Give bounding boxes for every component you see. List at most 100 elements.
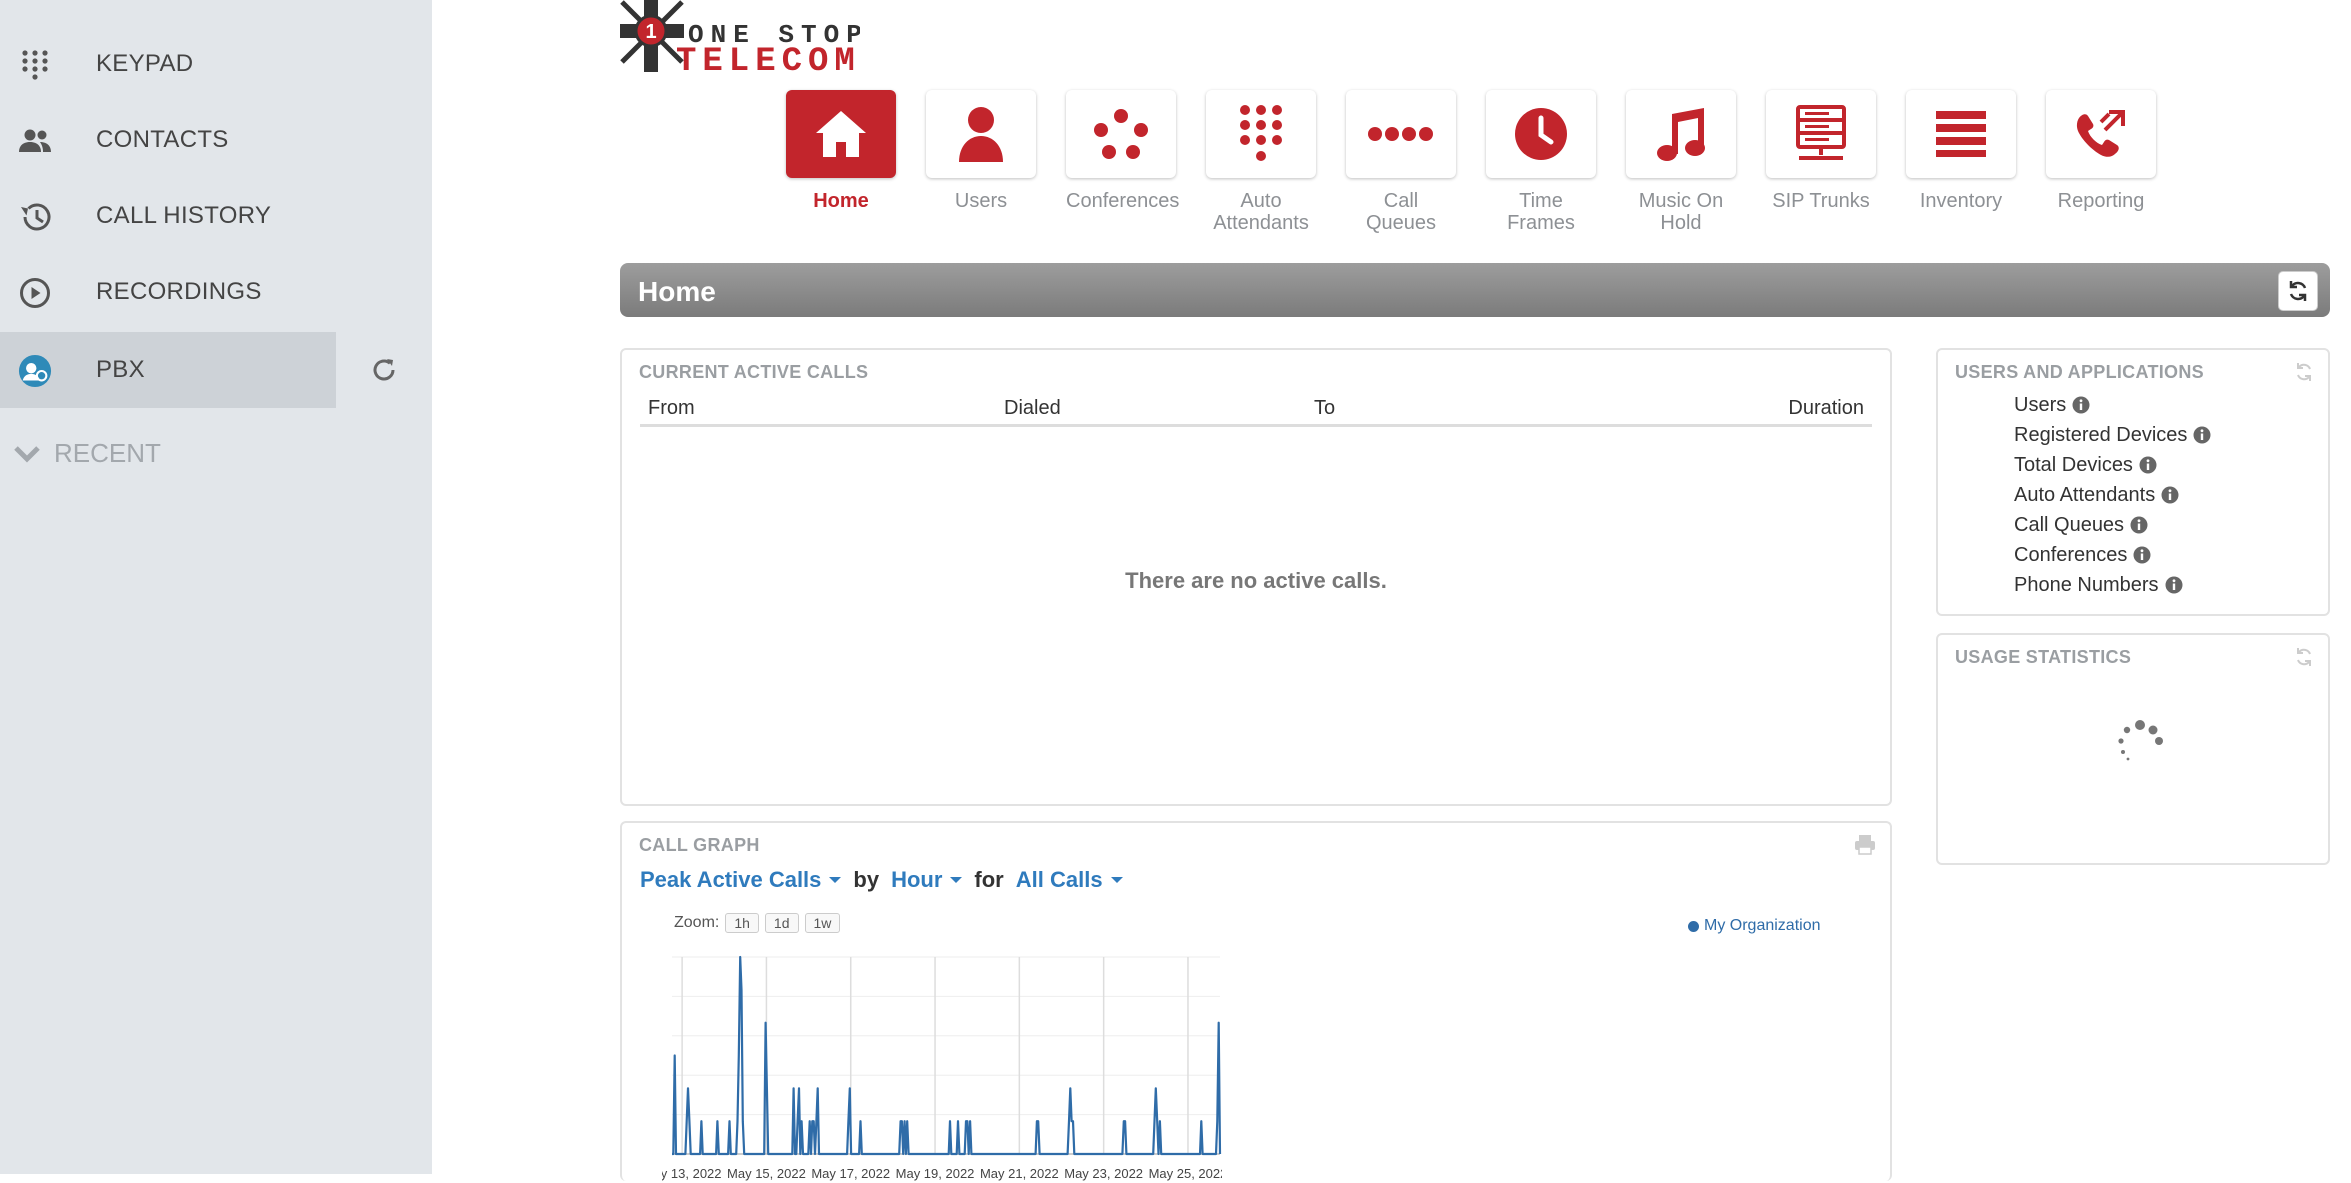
list-item: Auto Attendants [2014,480,2211,510]
by-label: by [853,867,880,892]
zoom-controls: Zoom: 1h 1d 1w [674,913,841,933]
column-header-to[interactable]: To [1314,397,1335,420]
list-icon [1936,111,1986,157]
item-label: Auto Attendants [2014,483,2156,506]
tab-home[interactable]: Home [786,90,896,212]
tab-label: SIP Trunks [1772,190,1870,212]
queue-dots-icon [1368,127,1433,141]
call-graph-panel: CALL GRAPH Peak Active Calls by Hour for… [620,821,1892,1181]
svg-text:TELECOM: TELECOM [676,43,860,74]
tab-inventory[interactable]: Inventory [1906,90,2016,212]
keypad-icon [18,48,52,82]
users-applications-panel: USERS AND APPLICATIONS Users Registered … [1936,348,2330,616]
refresh-icon[interactable] [2294,647,2314,667]
server-icon [1796,105,1846,160]
call-graph-chart: May 13, 2022May 15, 2022May 17, 2022May … [662,955,1222,1181]
recent-section-toggle[interactable]: RECENT [12,438,161,469]
info-icon[interactable] [2130,516,2148,534]
print-icon[interactable] [1854,833,1876,855]
info-icon[interactable] [2193,426,2211,444]
list-item: Phone Numbers [2014,570,2211,600]
sidebar-item-keypad[interactable]: KEYPAD [0,26,336,102]
table-header: From Dialed To Duration [640,392,1872,427]
list-item: Registered Devices [2014,420,2211,450]
tab-music-on-hold[interactable]: Music On Hold [1626,90,1736,234]
tab-users[interactable]: Users [926,90,1036,212]
column-header-from[interactable]: From [648,397,695,420]
panel-title: CALL GRAPH [639,835,760,855]
home-refresh-button[interactable] [2278,271,2318,311]
home-icon [816,111,866,157]
home-header-bar: Home [620,263,2330,317]
tab-label: Users [954,190,1008,212]
svg-text:1: 1 [645,21,656,43]
tab-conferences[interactable]: Conferences [1066,90,1180,212]
tab-label: Reporting [2057,190,2145,212]
tab-sip-trunks[interactable]: SIP Trunks [1766,90,1876,212]
sidebar-item-label: CALL HISTORY [96,202,272,229]
conference-icon [1094,109,1148,159]
info-icon[interactable] [2165,576,2183,594]
item-label: Users [2014,393,2067,416]
list-item: Users [2014,390,2211,420]
tab-reporting[interactable]: Reporting [2046,90,2156,212]
chart-legend-item[interactable]: My Organization [1688,917,1821,935]
list-item: Call Queues [2014,510,2211,540]
loading-spinner-icon [2118,720,2163,761]
tab-call-queues[interactable]: Call Queues [1346,90,1456,234]
pbx-icon [18,354,52,388]
sidebar-item-pbx[interactable]: PBX [0,332,336,408]
user-icon [959,107,1003,162]
users-applications-list: Users Registered Devices Total Devices A… [2014,390,2211,600]
one-stop-telecom-logo: 1 ONE STOP TELECOM [620,0,860,74]
panel-title: USAGE STATISTICS [1955,647,2132,667]
contacts-icon [18,124,52,158]
tab-label: Time Frames [1507,190,1575,234]
sidebar-item-recordings[interactable]: RECORDINGS [0,254,336,330]
item-label: Phone Numbers [2014,573,2159,596]
sidebar-item-call-history[interactable]: CALL HISTORY [0,178,336,254]
refresh-icon [2289,281,2307,301]
tab-label: Home [813,190,869,212]
column-header-dialed[interactable]: Dialed [1004,397,1061,420]
recent-label: RECENT [54,438,161,468]
refresh-icon [373,359,395,381]
column-header-duration[interactable]: Duration [1788,397,1864,420]
tab-label: Conferences [1066,190,1180,212]
sidebar-item-label: KEYPAD [96,50,194,77]
empty-state-message: There are no active calls. [1125,568,1387,593]
refresh-icon[interactable] [2294,362,2314,382]
tab-time-frames[interactable]: Time Frames [1486,90,1596,234]
legend-marker [1688,920,1699,932]
tab-label: Call Queues [1365,190,1437,234]
tab-label: Inventory [1919,190,2003,212]
pbx-refresh-button[interactable] [366,352,402,388]
list-item: Total Devices [2014,450,2211,480]
dialpad-icon [1240,105,1282,161]
legend-label: My Organization [1704,917,1821,934]
clock-icon [1515,108,1567,160]
play-circle-icon [18,276,52,310]
graph-controls: Peak Active Calls by Hour for All Calls [640,867,1123,893]
metric-dropdown[interactable]: Peak Active Calls [640,867,842,893]
interval-dropdown[interactable]: Hour [891,867,963,893]
info-icon[interactable] [2139,456,2157,474]
item-label: Total Devices [2014,453,2133,476]
sidebar-item-label: RECORDINGS [96,278,262,305]
zoom-1h-button[interactable]: 1h [725,913,759,933]
zoom-1d-button[interactable]: 1d [764,913,799,933]
sidebar-item-label: PBX [96,356,145,383]
tab-auto-attendants[interactable]: Auto Attendants [1206,90,1316,234]
info-icon[interactable] [2072,396,2090,414]
active-calls-panel: CURRENT ACTIVE CALLS From Dialed To Dura… [620,348,1892,806]
info-icon[interactable] [2133,546,2151,564]
filter-dropdown[interactable]: All Calls [1016,867,1123,893]
sidebar-item-contacts[interactable]: CONTACTS [0,102,336,178]
zoom-1w-button[interactable]: 1w [804,913,841,933]
page-title: Home [638,276,716,307]
zoom-label: Zoom: [674,914,720,931]
item-label: Registered Devices [2014,423,2188,446]
info-icon[interactable] [2161,486,2179,504]
phone-arrows-icon [2076,110,2125,157]
history-icon [18,200,52,234]
